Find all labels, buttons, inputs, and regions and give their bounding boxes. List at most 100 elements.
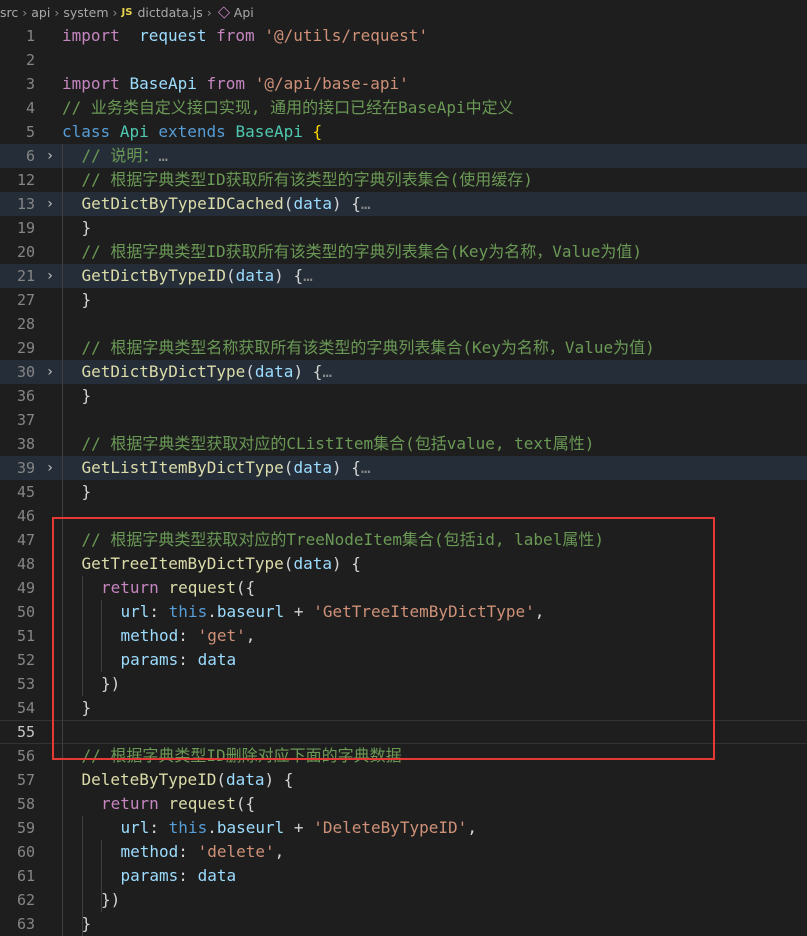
code-line[interactable]: 29 // 根据字典类型名称获取所有该类型的字典列表集合(Key为名称，Value… bbox=[0, 336, 807, 360]
breadcrumb-item-symbol[interactable]: Api bbox=[234, 5, 254, 20]
javascript-file-icon: JS bbox=[121, 6, 133, 18]
indent-guide bbox=[101, 600, 102, 672]
code-text: } bbox=[81, 218, 92, 237]
code-line[interactable]: 53}) bbox=[0, 672, 807, 696]
code-line[interactable]: 27} bbox=[0, 288, 807, 312]
line-number: 36 bbox=[16, 387, 35, 405]
line-number: 46 bbox=[16, 507, 35, 525]
code-text: // 根据字典类型ID获取所有该类型的字典列表集合(Key为名称，Value为值… bbox=[81, 242, 643, 261]
line-number: 37 bbox=[16, 411, 35, 429]
code-line[interactable]: 51 method: 'get', bbox=[0, 624, 807, 648]
code-line[interactable]: 54} bbox=[0, 696, 807, 720]
code-text: } bbox=[81, 386, 92, 405]
class-symbol-icon bbox=[217, 5, 230, 19]
code-text: method: 'delete', bbox=[120, 842, 285, 861]
code-text: } bbox=[81, 290, 92, 309]
code-line[interactable]: 20 // 根据字典类型ID获取所有该类型的字典列表集合(Key为名称，Value… bbox=[0, 240, 807, 264]
line-number: 55 bbox=[16, 723, 35, 741]
line-number: 6 bbox=[25, 147, 35, 165]
breadcrumb-item-file[interactable]: dictdata.js bbox=[137, 5, 202, 20]
code-line[interactable]: 5 class Api extends BaseApi { bbox=[0, 120, 807, 144]
code-line[interactable]: 2 bbox=[0, 48, 807, 72]
code-line[interactable]: 63} bbox=[0, 912, 807, 936]
code-line[interactable]: 39 › GetListItemByDictType(data) {… bbox=[0, 456, 807, 480]
line-number: 38 bbox=[16, 435, 35, 453]
code-text: } bbox=[81, 914, 92, 933]
code-text: method: 'get', bbox=[120, 626, 256, 645]
code-line[interactable]: 37 bbox=[0, 408, 807, 432]
code-text: url: this.baseurl + 'GetTreeItemByDictTy… bbox=[120, 602, 545, 621]
indent-guide bbox=[81, 816, 83, 936]
code-line[interactable]: 4 // 业务类自定义接口实现, 通用的接口已经在BaseApi中定义 bbox=[0, 96, 807, 120]
line-number: 52 bbox=[16, 651, 35, 669]
line-number: 58 bbox=[16, 795, 35, 813]
code-text: }) bbox=[101, 674, 121, 693]
code-text: GetDictByDictType(data) {… bbox=[81, 362, 332, 381]
code-line[interactable]: 48 GetTreeItemByDictType(data) { bbox=[0, 552, 807, 576]
fold-chevron-icon[interactable]: › bbox=[43, 192, 57, 216]
code-line[interactable]: 19} bbox=[0, 216, 807, 240]
code-line[interactable]: 6 › // 说明：… bbox=[0, 144, 807, 168]
line-number: 51 bbox=[16, 627, 35, 645]
code-line[interactable]: 47 // 根据字典类型获取对应的TreeNodeItem集合(包括id, lab… bbox=[0, 528, 807, 552]
code-text: return request({ bbox=[101, 578, 256, 597]
code-text: import BaseApi from '@/api/base-api' bbox=[62, 74, 409, 93]
code-line[interactable]: 38 // 根据字典类型获取对应的CListItem集合(包括value, tex… bbox=[0, 432, 807, 456]
fold-chevron-icon[interactable]: › bbox=[43, 264, 57, 288]
code-line[interactable]: 30 › GetDictByDictType(data) {… bbox=[0, 360, 807, 384]
line-number: 54 bbox=[16, 699, 35, 717]
line-number: 49 bbox=[16, 579, 35, 597]
code-text: import request from '@/utils/request' bbox=[62, 26, 429, 45]
code-text: // 根据字典类型获取对应的CListItem集合(包括value, text属… bbox=[81, 434, 595, 453]
code-line[interactable]: 55 bbox=[0, 720, 807, 744]
line-number: 63 bbox=[16, 915, 35, 933]
code-line[interactable]: 60 method: 'delete', bbox=[0, 840, 807, 864]
breadcrumb: src › api › system › JS dictdata.js › Ap… bbox=[0, 0, 807, 24]
code-text: GetDictByTypeID(data) {… bbox=[81, 266, 313, 285]
line-number: 59 bbox=[16, 819, 35, 837]
line-number: 4 bbox=[25, 99, 35, 117]
breadcrumb-item-src[interactable]: src bbox=[0, 5, 18, 20]
indent-guide bbox=[62, 144, 63, 936]
code-line[interactable]: 61 params: data bbox=[0, 864, 807, 888]
fold-chevron-icon[interactable]: › bbox=[43, 360, 57, 384]
code-text: GetDictByTypeIDCached(data) {… bbox=[81, 194, 371, 213]
code-line[interactable]: 59 url: this.baseurl + 'DeleteByTypeID', bbox=[0, 816, 807, 840]
code-text: params: data bbox=[120, 650, 237, 669]
code-text: // 根据字典类型名称获取所有该类型的字典列表集合(Key为名称，Value为值… bbox=[81, 338, 655, 357]
code-line[interactable]: 13 › GetDictByTypeIDCached(data) {… bbox=[0, 192, 807, 216]
line-number: 20 bbox=[16, 243, 35, 261]
code-line[interactable]: 62}) bbox=[0, 888, 807, 912]
code-line[interactable]: 45} bbox=[0, 480, 807, 504]
chevron-right-icon: › bbox=[112, 4, 118, 20]
code-line[interactable]: 50 url: this.baseurl + 'GetTreeItemByDict… bbox=[0, 600, 807, 624]
line-number: 47 bbox=[16, 531, 35, 549]
code-text: GetTreeItemByDictType(data) { bbox=[81, 554, 361, 573]
code-line[interactable]: 46 bbox=[0, 504, 807, 528]
code-line[interactable]: 3 import BaseApi from '@/api/base-api' bbox=[0, 72, 807, 96]
code-line[interactable]: 56 // 根据字典类型ID删除对应下面的字典数据 bbox=[0, 744, 807, 768]
line-number: 60 bbox=[16, 843, 35, 861]
code-line[interactable]: 49 return request({ bbox=[0, 576, 807, 600]
code-line[interactable]: 58 return request({ bbox=[0, 792, 807, 816]
line-number: 1 bbox=[25, 27, 35, 45]
code-line[interactable]: 36} bbox=[0, 384, 807, 408]
code-line[interactable]: 28 bbox=[0, 312, 807, 336]
code-line[interactable]: 57 DeleteByTypeID(data) { bbox=[0, 768, 807, 792]
code-line[interactable]: 1 import request from '@/utils/request' bbox=[0, 24, 807, 48]
code-line[interactable]: 21 › GetDictByTypeID(data) {… bbox=[0, 264, 807, 288]
line-number: 45 bbox=[16, 483, 35, 501]
breadcrumb-item-api[interactable]: api bbox=[31, 5, 50, 20]
code-text: // 业务类自定义接口实现, 通用的接口已经在BaseApi中定义 bbox=[62, 98, 514, 117]
indent-guide bbox=[81, 576, 83, 696]
line-number: 21 bbox=[16, 267, 35, 285]
code-line[interactable]: 52 params: data bbox=[0, 648, 807, 672]
breadcrumb-item-system[interactable]: system bbox=[63, 5, 108, 20]
fold-chevron-icon[interactable]: › bbox=[43, 144, 57, 168]
line-number: 13 bbox=[16, 195, 35, 213]
fold-chevron-icon[interactable]: › bbox=[43, 456, 57, 480]
line-number: 5 bbox=[25, 123, 35, 141]
line-number: 27 bbox=[16, 291, 35, 309]
code-line[interactable]: 12 // 根据字典类型ID获取所有该类型的字典列表集合(使用缓存) bbox=[0, 168, 807, 192]
line-number: 57 bbox=[16, 771, 35, 789]
